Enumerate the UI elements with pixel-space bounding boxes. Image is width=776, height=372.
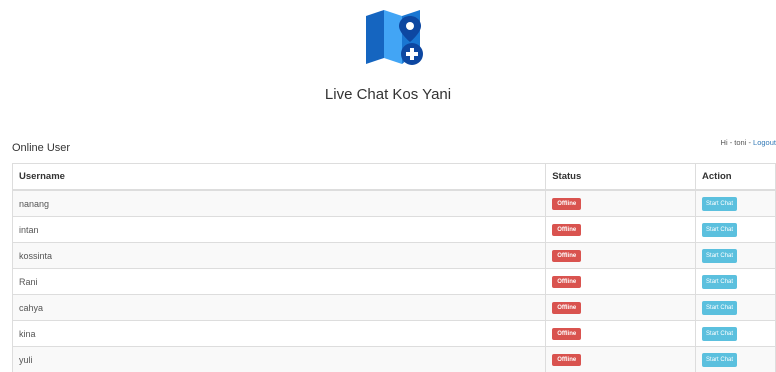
status-badge: Offline bbox=[552, 250, 582, 262]
section-title: Online User bbox=[12, 142, 71, 154]
table-row: nanang Offline Start Chat bbox=[11, 189, 776, 217]
page: Live Chat Kos Yani Online User Hi - toni… bbox=[0, 0, 776, 372]
table-row: Rani Offline Start Chat bbox=[11, 268, 776, 295]
action-cell: Start Chat bbox=[695, 189, 776, 217]
status-cell: Offline bbox=[545, 216, 697, 243]
user-greeting: Hi - toni - Logout bbox=[721, 138, 776, 147]
status-cell: Offline bbox=[545, 294, 697, 321]
map-logo-icon bbox=[366, 10, 423, 65]
logout-link[interactable]: Logout bbox=[753, 138, 776, 147]
username-cell: cahya bbox=[11, 294, 547, 321]
username-cell: kossinta bbox=[11, 242, 547, 269]
table-row: kossinta Offline Start Chat bbox=[11, 242, 776, 269]
action-cell: Start Chat bbox=[695, 242, 776, 269]
column-header-status: Status bbox=[545, 163, 697, 191]
status-badge: Offline bbox=[552, 302, 582, 314]
start-chat-button[interactable]: Start Chat bbox=[702, 352, 738, 367]
table-row: intan Offline Start Chat bbox=[11, 216, 776, 243]
start-chat-button[interactable]: Start Chat bbox=[702, 326, 738, 341]
status-cell: Offline bbox=[545, 189, 697, 217]
username-cell: kina bbox=[11, 320, 547, 347]
status-cell: Offline bbox=[545, 268, 697, 295]
status-badge: Offline bbox=[552, 224, 582, 236]
table-header-row: Username Status Action bbox=[11, 163, 776, 191]
status-cell: Offline bbox=[545, 242, 697, 269]
start-chat-button[interactable]: Start Chat bbox=[702, 300, 738, 315]
table-row: yuli Offline Start Chat bbox=[11, 346, 776, 372]
username-cell: Rani bbox=[11, 268, 547, 295]
start-chat-button[interactable]: Start Chat bbox=[702, 274, 738, 289]
username-cell: intan bbox=[11, 216, 547, 243]
column-header-action: Action bbox=[695, 163, 776, 191]
username-cell: yuli bbox=[11, 346, 547, 372]
online-users-table: Username Status Action nanang Offline St… bbox=[11, 163, 776, 372]
start-chat-button[interactable]: Start Chat bbox=[702, 222, 738, 237]
status-badge: Offline bbox=[552, 276, 582, 288]
status-badge: Offline bbox=[552, 354, 582, 366]
table-row: kina Offline Start Chat bbox=[11, 320, 776, 347]
status-cell: Offline bbox=[545, 346, 697, 372]
start-chat-button[interactable]: Start Chat bbox=[702, 196, 738, 211]
status-cell: Offline bbox=[545, 320, 697, 347]
table-row: cahya Offline Start Chat bbox=[11, 294, 776, 321]
app-title: Live Chat Kos Yani bbox=[324, 86, 452, 103]
column-header-username: Username bbox=[11, 163, 547, 191]
start-chat-button[interactable]: Start Chat bbox=[702, 248, 738, 263]
action-cell: Start Chat bbox=[695, 346, 776, 372]
action-cell: Start Chat bbox=[695, 294, 776, 321]
action-cell: Start Chat bbox=[695, 320, 776, 347]
status-badge: Offline bbox=[552, 328, 582, 340]
username-cell: nanang bbox=[11, 189, 547, 217]
action-cell: Start Chat bbox=[695, 216, 776, 243]
greeting-text: Hi - toni - bbox=[720, 138, 754, 147]
action-cell: Start Chat bbox=[695, 268, 776, 295]
status-badge: Offline bbox=[552, 198, 582, 210]
